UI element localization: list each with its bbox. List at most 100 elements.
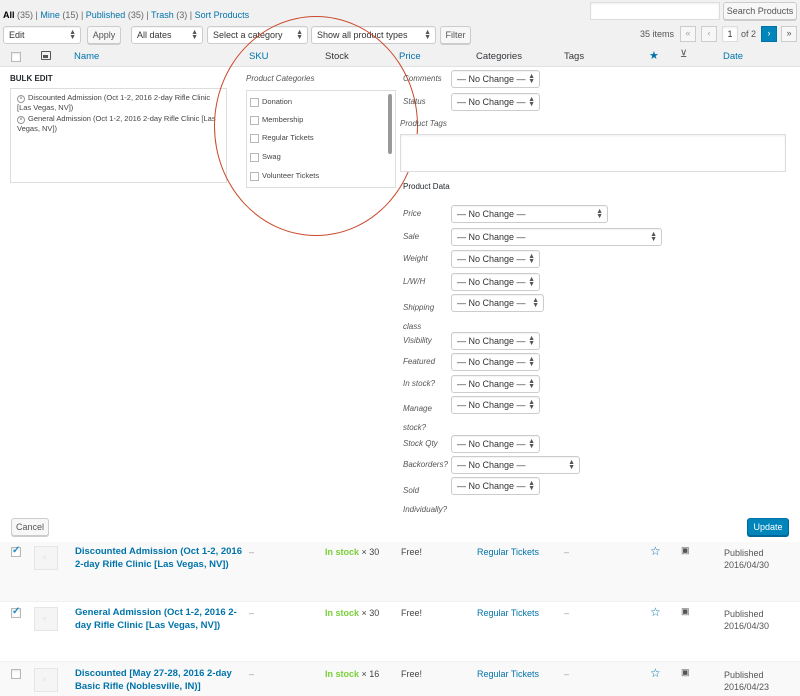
sku-value: – (249, 669, 255, 679)
first-page-button[interactable]: « (680, 26, 696, 42)
comments-select[interactable]: — No Change — ▲ ▼ (451, 70, 540, 88)
column-name[interactable]: Name (74, 51, 99, 62)
cancel-button[interactable]: Cancel (11, 518, 49, 536)
select-arrows-icon: ▲ ▼ (528, 480, 535, 492)
price-value: Free! (401, 608, 423, 618)
last-page-button[interactable]: » (781, 26, 797, 42)
bulk-item: × Discounted Admission (Oct 1-2, 2016 2-d… (17, 93, 211, 112)
select-arrows-icon: ▲ ▼ (424, 29, 431, 41)
select-arrows-icon: ▲ ▼ (528, 335, 535, 347)
date-value: Published 2016/04/30 (724, 548, 770, 570)
status-label: Status (403, 97, 426, 106)
product-thumbnail[interactable] (34, 546, 58, 570)
total-pages: of 2 (741, 29, 757, 39)
product-thumbnail[interactable] (34, 607, 58, 631)
ticket-icon: ▣ (681, 545, 690, 555)
select-arrows-icon: ▲ ▼ (528, 438, 535, 450)
in-stock-select[interactable]: — No Change — ▲ ▼ (451, 375, 540, 393)
select-arrows-icon: ▲ ▼ (69, 29, 76, 41)
filter-button[interactable]: Filter (440, 26, 471, 44)
visibility-label: Visibility (403, 336, 432, 345)
bulk-action-select[interactable]: Edit ▲ ▼ (3, 26, 81, 44)
shipping-class-select[interactable]: — No Change — ▲ ▼ (451, 294, 544, 312)
select-arrows-icon: ▲ ▼ (528, 253, 535, 265)
date-value: Published 2016/04/23 (724, 670, 770, 692)
filter-published[interactable]: Published (35) (86, 10, 144, 20)
filter-mine[interactable]: Mine (15) (40, 10, 78, 20)
manage-stock-label: Manage stock? (403, 404, 432, 432)
featured-label: Featured (403, 357, 436, 366)
next-page-button[interactable]: › (761, 26, 777, 42)
items-count: 35 items (640, 29, 675, 39)
backorders-select[interactable]: — No Change — ▲ ▼ (451, 456, 580, 474)
sale-select[interactable]: — No Change — ▲ ▼ (451, 228, 662, 246)
select-arrows-icon: ▲ ▼ (528, 356, 535, 368)
stock-value: In stock × 30 (325, 547, 380, 557)
manage-stock-select[interactable]: — No Change — ▲ ▼ (451, 396, 540, 414)
search-products-button[interactable]: Search Products (723, 2, 797, 20)
product-title-link[interactable]: Discounted [May 27-28, 2016 2-day Basic … (75, 667, 245, 693)
select-arrows-icon: ▲ ▼ (568, 459, 575, 471)
product-data-label: Product Data (403, 182, 450, 191)
search-input[interactable] (590, 2, 720, 20)
subsubsub: All (35) | Mine (15) | Published (35) | … (3, 10, 250, 20)
status-select[interactable]: — No Change — ▲ ▼ (451, 93, 540, 111)
column-date[interactable]: Date (723, 51, 743, 62)
sold-individually-select[interactable]: — No Change — ▲ ▼ (451, 477, 540, 495)
sku-value: – (249, 547, 255, 557)
filter-all[interactable]: All (35) (3, 10, 33, 20)
bulk-item: × General Admission (Oct 1-2, 2016 2-day … (17, 114, 216, 133)
category-link[interactable]: Regular Tickets (477, 669, 539, 679)
tags-value: – (564, 669, 570, 679)
lwh-select[interactable]: — No Change — ▲ ▼ (451, 273, 540, 291)
product-title-link[interactable]: General Admission (Oct 1-2, 2016 2-day R… (75, 606, 245, 632)
category-link[interactable]: Regular Tickets (477, 608, 539, 618)
highlight-circle (214, 16, 418, 236)
star-icon[interactable]: ★ (649, 49, 659, 62)
lwh-label: L/W/H (403, 277, 426, 286)
column-categories: Categories (476, 51, 522, 62)
row-checkbox[interactable] (11, 606, 21, 618)
stock-qty-select[interactable]: — No Change — ▲ ▼ (451, 435, 540, 453)
row-checkbox[interactable] (11, 545, 21, 557)
cart-icon: ⊻ (680, 49, 688, 60)
sort-products-link[interactable]: Sort Products (195, 10, 250, 20)
apply-button[interactable]: Apply (87, 26, 121, 44)
current-page-input[interactable]: 1 (722, 26, 738, 42)
select-arrows-icon: ▲ ▼ (528, 96, 535, 108)
product-tags-label: Product Tags (400, 119, 447, 128)
ticket-icon: ▣ (681, 667, 690, 677)
bulk-edit-title: BULK EDIT (10, 74, 53, 83)
star-outline-icon[interactable]: ☆ (650, 605, 661, 619)
select-arrows-icon: ▲ ▼ (650, 231, 657, 243)
select-all-checkbox[interactable] (11, 52, 21, 62)
dates-select[interactable]: All dates ▲ ▼ (131, 26, 203, 44)
remove-icon[interactable]: × (17, 116, 25, 124)
product-thumbnail[interactable] (34, 668, 58, 692)
filter-trash[interactable]: Trash (3) (151, 10, 187, 20)
column-price[interactable]: Price (399, 51, 421, 62)
remove-icon[interactable]: × (17, 95, 25, 103)
featured-select[interactable]: — No Change — ▲ ▼ (451, 353, 540, 371)
select-arrows-icon: ▲ ▼ (528, 73, 535, 85)
update-button[interactable]: Update (747, 518, 789, 536)
stock-value: In stock × 30 (325, 608, 380, 618)
category-link[interactable]: Regular Tickets (477, 547, 539, 557)
column-tags: Tags (564, 51, 585, 62)
star-outline-icon[interactable]: ☆ (650, 666, 661, 680)
star-outline-icon[interactable]: ☆ (650, 544, 661, 558)
price-select[interactable]: — No Change — ▲ ▼ (451, 205, 608, 223)
tags-value: – (564, 608, 570, 618)
product-tags-textarea[interactable] (400, 134, 786, 172)
weight-select[interactable]: — No Change — ▲ ▼ (451, 250, 540, 268)
product-title-link[interactable]: Discounted Admission (Oct 1-2, 2016 2-da… (75, 545, 245, 571)
ticket-icon: ▣ (681, 606, 690, 616)
select-arrows-icon: ▲ ▼ (528, 399, 535, 411)
stock-qty-label: Stock Qty (403, 439, 438, 448)
shipping-class-label: Shipping class (403, 303, 435, 331)
select-arrows-icon: ▲ ▼ (532, 297, 539, 309)
date-value: Published 2016/04/30 (724, 609, 770, 631)
prev-page-button[interactable]: ‹ (701, 26, 717, 42)
row-checkbox[interactable] (11, 669, 21, 679)
visibility-select[interactable]: — No Change — ▲ ▼ (451, 332, 540, 350)
